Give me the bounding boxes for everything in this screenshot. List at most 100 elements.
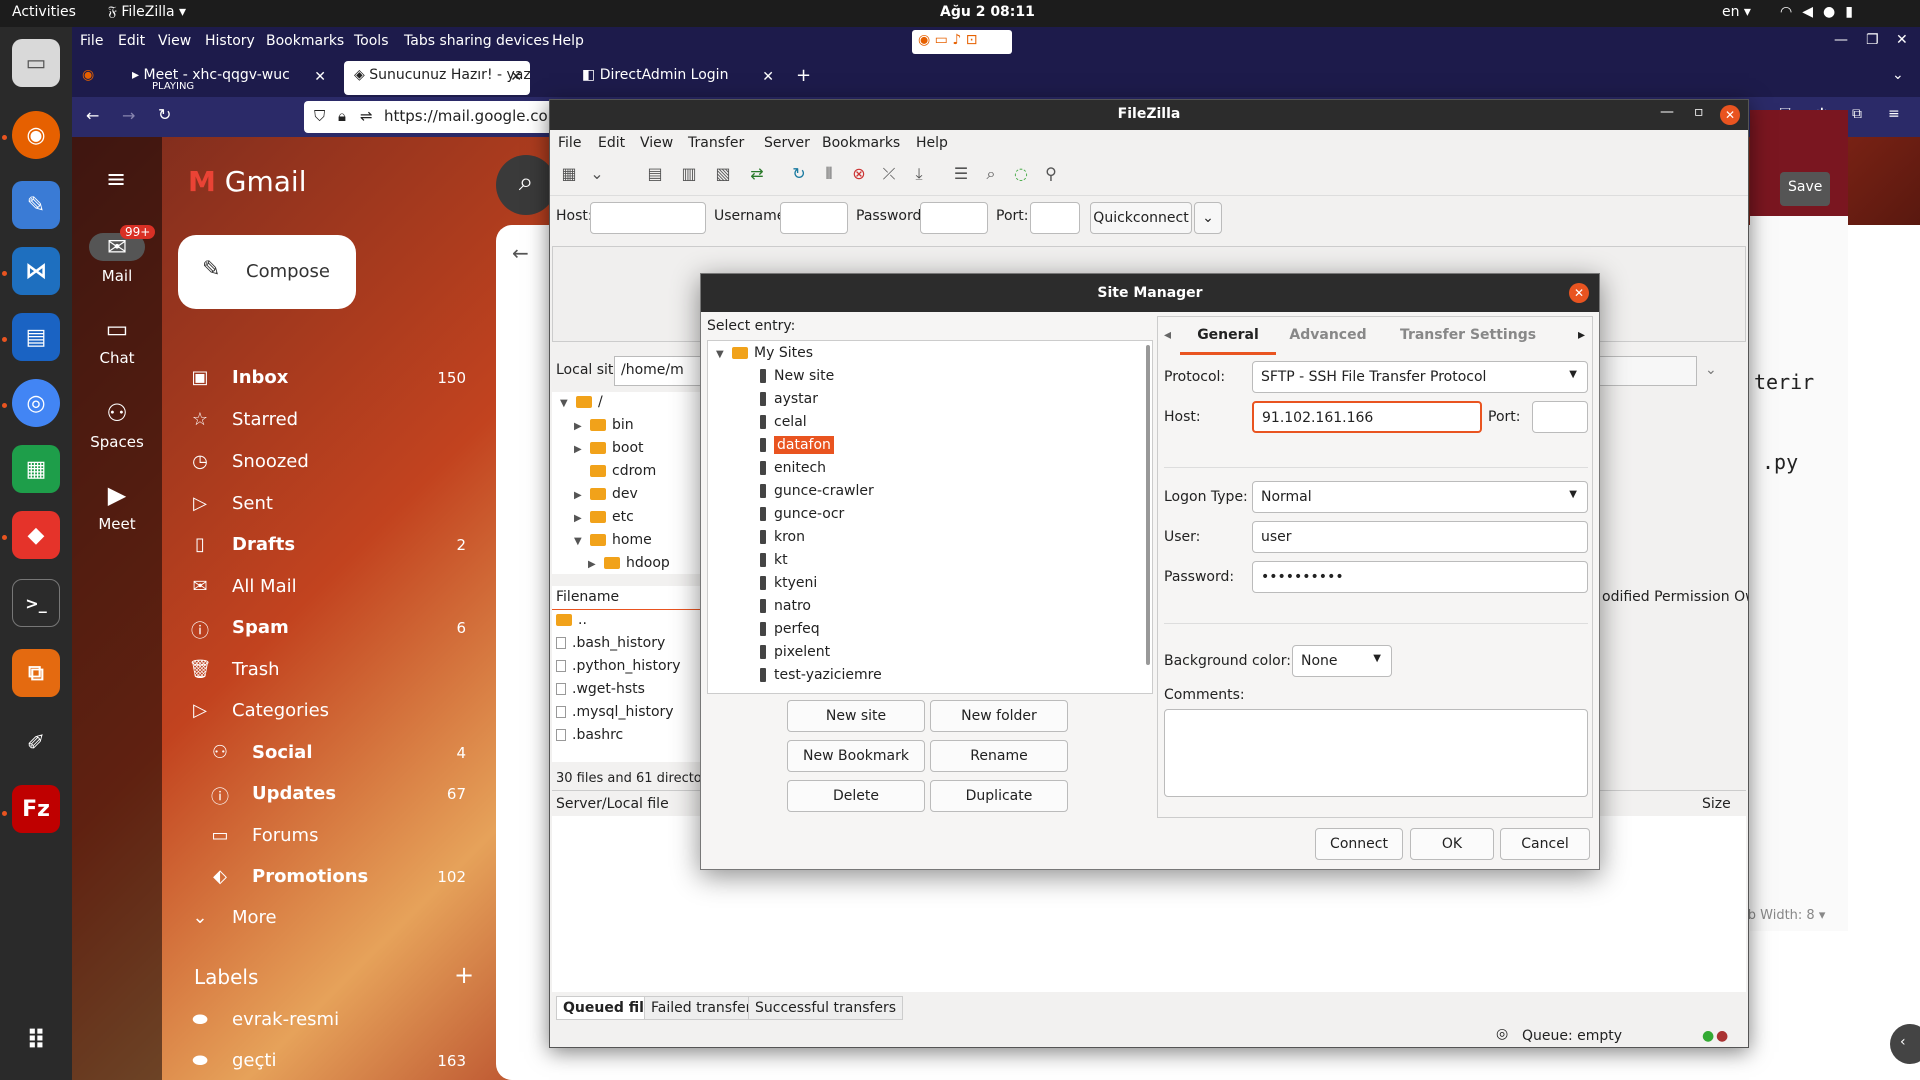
new-site-button[interactable]: New site bbox=[787, 700, 925, 732]
user-input[interactable]: user bbox=[1252, 521, 1588, 553]
nav-promotions[interactable]: ⬖ Promotions 102 bbox=[208, 864, 478, 894]
new-tab-icon[interactable]: + bbox=[796, 65, 811, 86]
main-menu-icon[interactable]: ≡ bbox=[106, 165, 126, 193]
extensions-icon[interactable]: ⧉ bbox=[1852, 106, 1862, 122]
server-local-file-header[interactable]: Server/Local file bbox=[556, 796, 669, 812]
nav-snoozed[interactable]: ◷ Snoozed bbox=[188, 449, 478, 479]
tab-meet[interactable]: ▸ Meet - xhc-qqgv-wuc PLAYING ✕ bbox=[122, 61, 334, 95]
add-label-icon[interactable]: + bbox=[454, 961, 474, 989]
file-row[interactable]: .mysql_history bbox=[552, 702, 702, 725]
reload-icon[interactable]: ↻ bbox=[158, 105, 171, 124]
nav-categories[interactable]: ▷ Categories bbox=[188, 698, 478, 728]
menu-edit[interactable]: Edit bbox=[598, 135, 625, 151]
nav-trash[interactable]: 🗑︎ Trash bbox=[188, 657, 478, 687]
nav-drafts[interactable]: ▯ Drafts 2 bbox=[188, 532, 478, 562]
rename-button[interactable]: Rename bbox=[930, 740, 1068, 772]
label-evrak-resmi[interactable]: ⬬ evrak-resmi bbox=[188, 1007, 478, 1037]
size-header[interactable]: Size bbox=[1702, 796, 1731, 812]
app-grid-icon[interactable]: ⠿ bbox=[12, 1017, 60, 1065]
maximize-icon[interactable]: ▫ bbox=[1694, 104, 1704, 120]
search-icon[interactable]: ⌕ bbox=[496, 155, 556, 215]
background-color-select[interactable]: None ▼ bbox=[1292, 645, 1392, 677]
nav-starred[interactable]: ☆ Starred bbox=[188, 407, 478, 437]
tree-node[interactable]: ▶ bin bbox=[574, 417, 634, 439]
tree-node[interactable]: ▼ / bbox=[560, 394, 603, 416]
tab-close-icon[interactable]: ✕ bbox=[762, 69, 774, 85]
minimize-icon[interactable]: — bbox=[1660, 104, 1674, 120]
filter-icon[interactable]: ⫴ bbox=[816, 164, 842, 190]
text-editor-icon[interactable]: ✎ bbox=[12, 181, 60, 229]
filezilla-dock-icon[interactable]: Fz bbox=[12, 785, 60, 833]
close-icon[interactable]: ✕ bbox=[1569, 283, 1589, 303]
find-files-icon[interactable]: ⚲ bbox=[1038, 164, 1064, 190]
menu-transfer[interactable]: Transfer bbox=[688, 135, 744, 151]
hamburger-menu-icon[interactable]: ≡ bbox=[1888, 106, 1900, 122]
draw-icon[interactable]: ✐ bbox=[12, 719, 60, 767]
nav-sent[interactable]: ▷ Sent bbox=[188, 491, 478, 521]
writer-icon[interactable]: ▤ bbox=[12, 313, 60, 361]
quickconnect-dropdown-icon[interactable]: ⌄ bbox=[1194, 202, 1222, 234]
site-entry[interactable]: gunce-ocr bbox=[760, 506, 844, 529]
tab-directadmin[interactable]: ◧ DirectAdmin Login ✕ bbox=[572, 61, 782, 95]
site-entry[interactable]: gunce-crawler bbox=[760, 483, 874, 506]
save-button[interactable]: Save bbox=[1780, 172, 1830, 206]
new-bookmark-button[interactable]: New Bookmark bbox=[787, 740, 925, 772]
site-entry-selected[interactable]: datafon bbox=[760, 436, 834, 460]
menu-tools[interactable]: Tools bbox=[354, 33, 389, 49]
close-icon[interactable]: ✕ bbox=[1720, 105, 1740, 125]
restore-icon[interactable]: ❐ bbox=[1866, 32, 1879, 48]
site-entry[interactable]: ktyeni bbox=[760, 575, 817, 598]
toggle-remote-tree-icon[interactable]: ▧ bbox=[710, 164, 736, 190]
directory-listing-icon[interactable]: ☰ bbox=[948, 164, 974, 190]
rail-meet[interactable]: ▶ Meet bbox=[72, 481, 162, 533]
menu-view[interactable]: View bbox=[158, 33, 191, 49]
app-store-icon[interactable]: ⧉ bbox=[12, 649, 60, 697]
toggle-local-tree-icon[interactable]: ▥ bbox=[676, 164, 702, 190]
calc-icon[interactable]: ▦ bbox=[12, 445, 60, 493]
file-row[interactable]: .. bbox=[552, 610, 702, 633]
label-gecti[interactable]: ⬬ geçti 163 bbox=[188, 1048, 478, 1078]
menu-bookmarks[interactable]: Bookmarks bbox=[822, 135, 900, 151]
site-folder[interactable]: ▼ My Sites bbox=[716, 345, 813, 368]
tree-node[interactable]: cdrom bbox=[574, 463, 656, 485]
compose-button[interactable]: ✎ Compose bbox=[178, 235, 356, 309]
site-manager-icon[interactable]: ▦ bbox=[556, 164, 582, 190]
gmail-logo[interactable]: M Gmail bbox=[188, 165, 306, 198]
forward-icon[interactable]: → bbox=[122, 106, 135, 125]
file-row[interactable]: .bashrc bbox=[552, 725, 702, 748]
reconnect-icon[interactable]: ⤓ bbox=[906, 164, 932, 190]
local-path-input[interactable]: /home/m bbox=[614, 356, 702, 386]
nav-all-mail[interactable]: ✉ All Mail bbox=[188, 574, 478, 604]
site-entry[interactable]: natro bbox=[760, 598, 811, 621]
comments-textarea[interactable] bbox=[1164, 709, 1588, 797]
menu-file[interactable]: File bbox=[558, 135, 581, 151]
rail-spaces[interactable]: ⚇ Spaces bbox=[72, 399, 162, 451]
refresh-icon[interactable]: ↻ bbox=[786, 164, 812, 190]
back-arrow-icon[interactable]: ← bbox=[512, 241, 529, 265]
compare-icon[interactable]: ⌕ bbox=[978, 164, 1004, 190]
site-entry[interactable]: perfeq bbox=[760, 621, 820, 644]
nav-more[interactable]: ⌄ More bbox=[188, 905, 478, 935]
list-all-tabs-icon[interactable]: ⌄ bbox=[1892, 67, 1904, 83]
nav-spam[interactable]: ⓘ Spam 6 bbox=[188, 615, 478, 645]
file-row[interactable]: .bash_history bbox=[552, 633, 702, 656]
host-input[interactable]: 91.102.161.166 bbox=[1252, 401, 1482, 433]
tab-scroll-left-icon[interactable]: ◂ bbox=[1164, 327, 1171, 343]
back-icon[interactable]: ← bbox=[86, 106, 99, 125]
tab-close-icon[interactable]: ✕ bbox=[510, 69, 522, 85]
toggle-log-icon[interactable]: ▤ bbox=[642, 164, 668, 190]
activities-button[interactable]: Activities bbox=[12, 4, 76, 20]
ok-button[interactable]: OK bbox=[1410, 828, 1494, 860]
cancel-icon[interactable]: ⊗ bbox=[846, 164, 872, 190]
new-folder-button[interactable]: New folder bbox=[930, 700, 1068, 732]
language-indicator[interactable]: en ▾ bbox=[1722, 4, 1751, 20]
remote-path-input[interactable] bbox=[1599, 356, 1697, 386]
remote-column-headers[interactable]: odified Permission Ow bbox=[1600, 586, 1748, 610]
password-input[interactable] bbox=[920, 202, 988, 234]
tab-general[interactable]: General bbox=[1180, 317, 1276, 355]
tab-close-icon[interactable]: ✕ bbox=[314, 69, 326, 85]
tab-successful-transfers[interactable]: Successful transfers bbox=[748, 996, 904, 1020]
site-entry[interactable]: kron bbox=[760, 529, 805, 552]
site-entry[interactable]: test-yaziciemre bbox=[760, 667, 882, 690]
site-entry[interactable]: aystar bbox=[760, 391, 818, 414]
